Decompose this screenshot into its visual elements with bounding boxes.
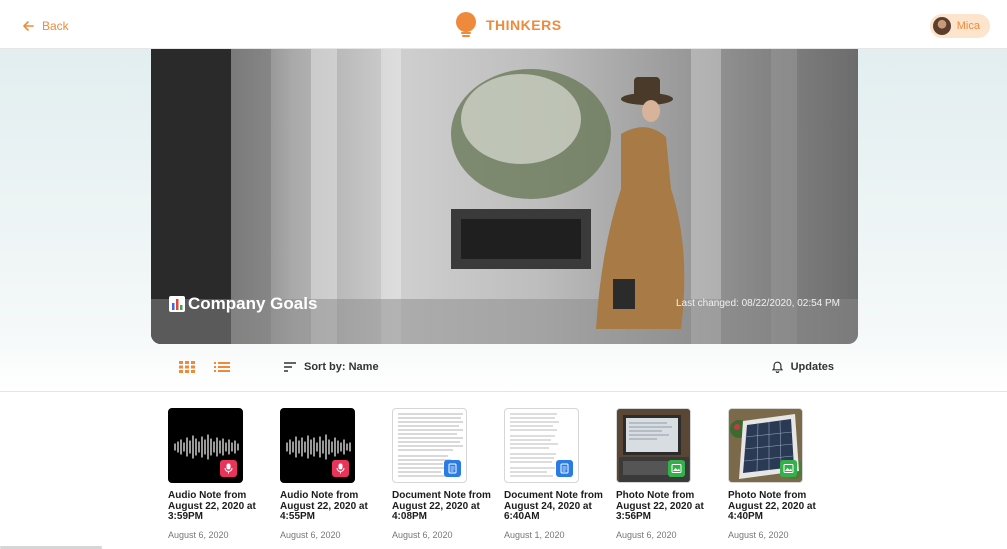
page-title: Company Goals [169,294,317,314]
back-label: Back [42,19,69,33]
document-scan-icon [556,460,573,477]
logo-text: THINKERS [486,17,562,33]
note-thumbnail [728,408,803,483]
note-thumbnail [616,408,691,483]
sort-icon [284,362,296,372]
microphone-icon [220,460,237,477]
back-button[interactable]: Back [22,17,69,35]
note-card[interactable]: Photo Note from August 22, 2020 at 4:40P… [728,408,832,540]
note-card[interactable]: Document Note from August 24, 2020 at 6:… [504,408,608,540]
note-card[interactable]: Photo Note from August 22, 2020 at 3:56P… [616,408,720,540]
note-title: Audio Note from August 22, 2020 at 4:55P… [280,490,368,522]
updates-label: Updates [790,361,834,373]
note-date: August 1, 2020 [504,529,565,540]
document-scan-icon [444,460,461,477]
sort-button[interactable]: Sort by: Name [284,361,379,373]
notes-toolbar: Sort by: Name Updates [151,355,858,381]
sort-label: Sort by: Name [304,361,379,373]
image-icon [780,460,797,477]
note-thumbnail [280,408,355,483]
note-thumbnail [168,408,243,483]
grid-view-icon[interactable] [179,360,195,374]
user-menu[interactable]: Mica [929,14,990,38]
note-title: Document Note from August 24, 2020 at 6:… [504,490,603,522]
note-title: Photo Note from August 22, 2020 at 3:56P… [616,490,704,522]
user-name: Mica [956,20,980,32]
note-thumbnail [504,408,579,483]
section-divider [0,391,1007,392]
note-title: Document Note from August 22, 2020 at 4:… [392,490,491,522]
note-card[interactable]: Document Note from August 22, 2020 at 4:… [392,408,496,540]
bell-icon [771,361,783,373]
note-date: August 6, 2020 [392,529,453,540]
note-date: August 6, 2020 [616,529,677,540]
arrow-left-icon [23,21,34,31]
list-view-icon[interactable] [214,360,230,374]
note-thumbnail [392,408,467,483]
note-date: August 6, 2020 [168,529,229,540]
app-logo[interactable]: THINKERS [454,10,562,40]
avatar [932,17,951,35]
note-date: August 6, 2020 [280,529,341,540]
hero-banner: Company Goals Last changed: 08/22/2020, … [151,49,858,344]
note-title: Audio Note from August 22, 2020 at 3:59P… [168,490,256,522]
note-card[interactable]: Audio Note from August 22, 2020 at 3:59P… [168,408,272,540]
hero-title-text: Company Goals [188,294,318,313]
note-date: August 6, 2020 [728,529,789,540]
top-bar: Back THINKERS Mica [0,0,1007,49]
bar-chart-icon [169,296,185,312]
note-card[interactable]: Audio Note from August 22, 2020 at 4:55P… [280,408,384,540]
note-title: Photo Note from August 22, 2020 at 4:40P… [728,490,816,522]
lightbulb-icon [456,12,476,37]
image-icon [668,460,685,477]
last-changed-text: Last changed: 08/22/2020, 02:54 PM [675,298,840,309]
microphone-icon [332,460,349,477]
updates-button[interactable]: Updates [771,361,834,373]
